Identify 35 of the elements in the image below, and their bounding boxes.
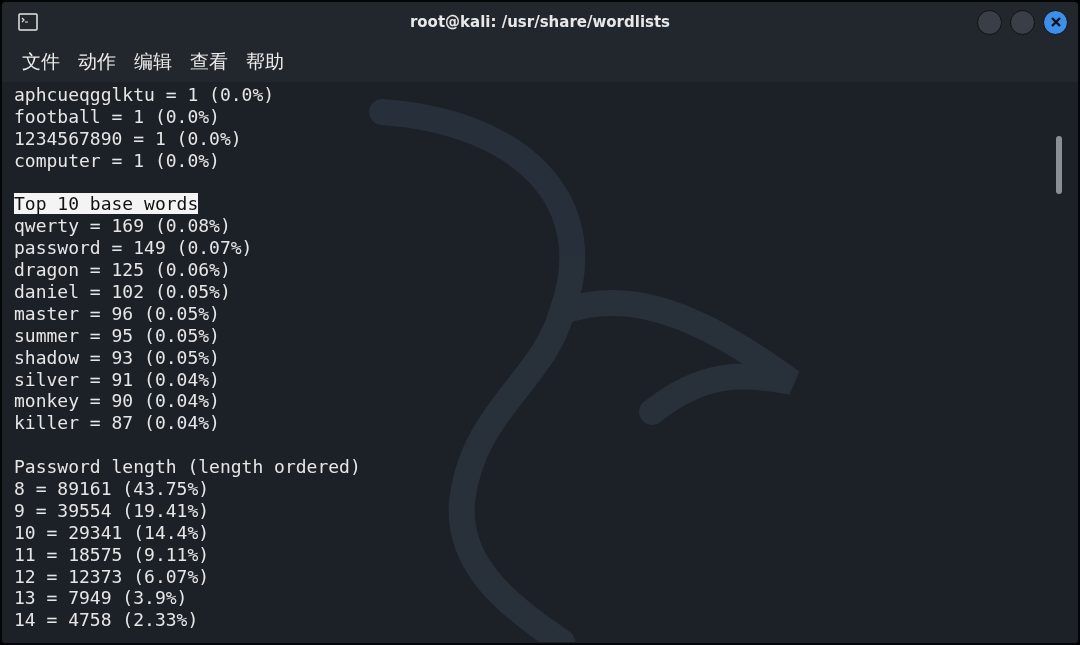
terminal-line: master = 96 (0.05%) (14, 302, 220, 324)
terminal-line: shadow = 93 (0.05%) (14, 346, 220, 368)
terminal-heading: Top 10 base words (14, 193, 199, 215)
terminal-line: 11 = 18575 (9.11%) (14, 543, 210, 565)
terminal-line: 1234567890 = 1 (0.0%) (14, 127, 242, 149)
terminal-line: 14 = 4758 (2.33%) (14, 609, 199, 631)
terminal-line: dragon = 125 (0.06%) (14, 259, 231, 281)
menu-item[interactable]: 查看 (190, 49, 228, 75)
close-button[interactable] (1043, 9, 1068, 35)
menu-item[interactable]: 帮助 (246, 49, 284, 75)
close-icon (1049, 16, 1062, 28)
terminal-line: daniel = 102 (0.05%) (14, 281, 231, 302)
menu-item[interactable]: 编辑 (134, 49, 172, 75)
terminal-line: Password length (length ordered) (14, 456, 361, 478)
terminal-line: 12 = 12373 (6.07%) (14, 565, 210, 587)
scrollbar-thumb[interactable] (1056, 136, 1062, 194)
terminal-icon[interactable] (18, 13, 38, 31)
terminal-line: killer = 87 (0.04%) (14, 412, 220, 434)
menu-item[interactable]: 文件 (22, 49, 60, 75)
terminal-line: computer = 1 (0.0%) (14, 149, 220, 171)
terminal-line: football = 1 (0.0%) (14, 105, 220, 127)
terminal-line: qwerty = 169 (0.08%) (14, 215, 231, 237)
window-title: root@kali: /usr/share/wordlists (409, 13, 671, 31)
terminal-line: summer = 95 (0.05%) (14, 324, 220, 346)
terminal-line: password = 149 (0.07%) (14, 237, 253, 259)
terminal-line: 13 = 7949 (3.9%) (14, 587, 188, 609)
menu-item[interactable]: 动作 (78, 49, 116, 75)
terminal-line: aphcueqgglktu = 1 (0.0%) (14, 84, 275, 105)
terminal-line: 9 = 39554 (19.41%) (14, 499, 210, 521)
terminal-line: 10 = 29341 (14.4%) (14, 521, 210, 543)
minimize-button[interactable] (977, 9, 1002, 35)
terminal-line: monkey = 90 (0.04%) (14, 390, 220, 412)
terminal-line: silver = 91 (0.04%) (14, 368, 220, 390)
terminal-line: 8 = 89161 (43.75%) (14, 478, 210, 500)
maximize-button[interactable] (1010, 9, 1035, 35)
